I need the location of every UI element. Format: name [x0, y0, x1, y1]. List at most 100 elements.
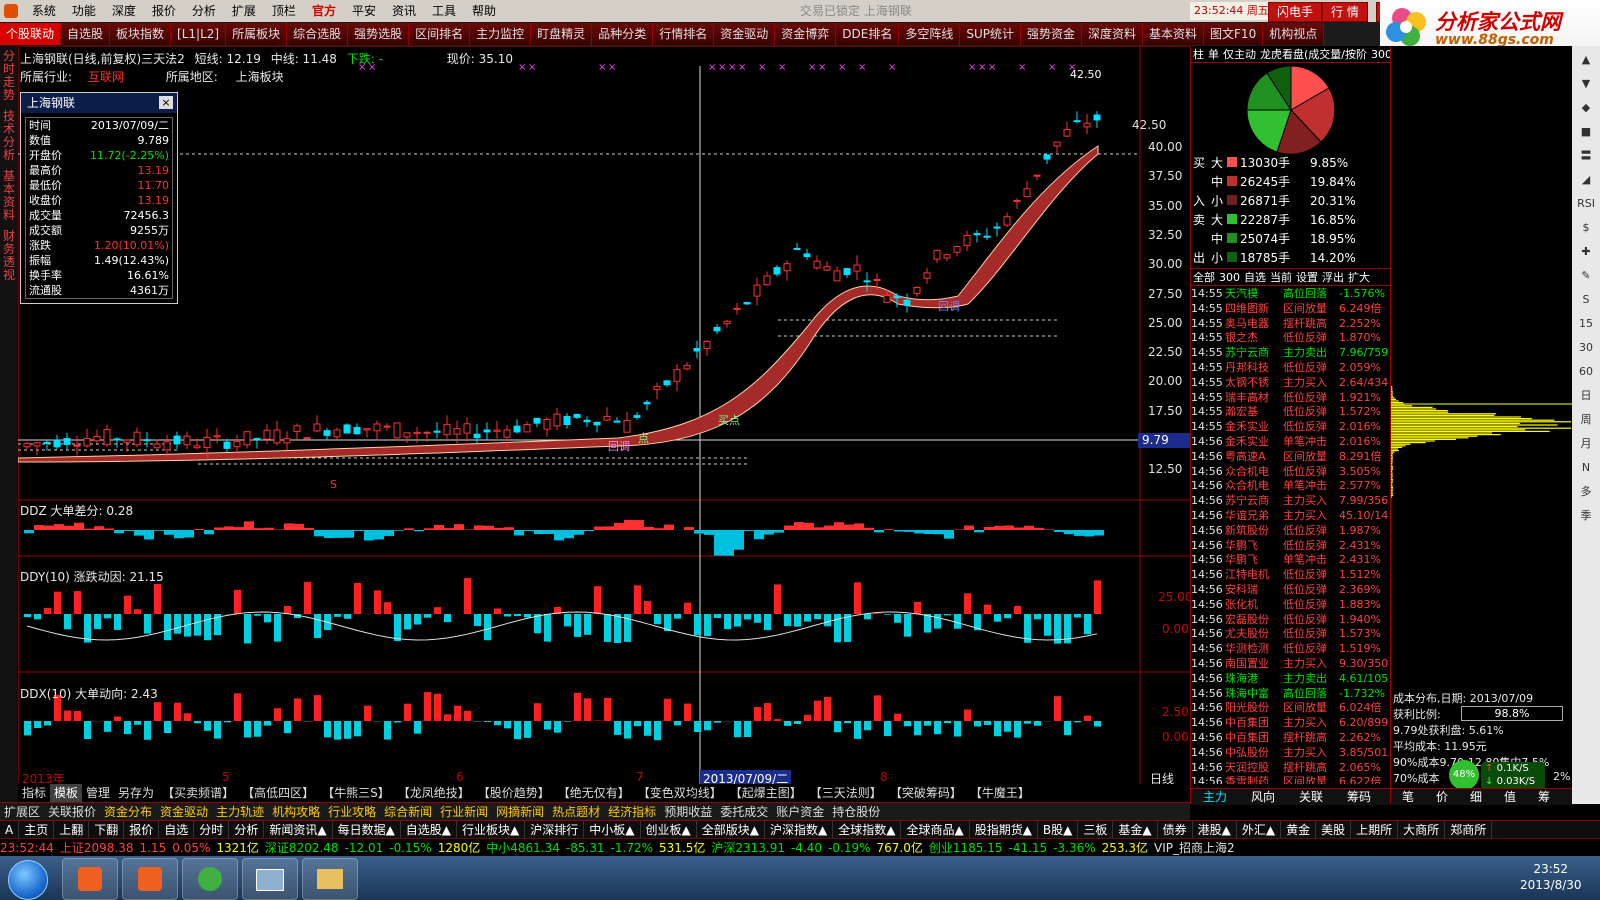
toolbar-button-10[interactable]: 品种分类 [592, 23, 654, 45]
nav-item-2[interactable]: 上翻 [54, 821, 90, 839]
tool-icon-1[interactable]: ▼ [1575, 74, 1597, 94]
taskbar-window-icon[interactable] [242, 858, 298, 900]
tool-icon-16[interactable]: 月 [1575, 434, 1597, 454]
ext-tab-4[interactable]: 主力轨迹 [212, 803, 268, 821]
nav-item-25[interactable]: 外汇▲ [1237, 821, 1282, 839]
alert-row[interactable]: 14:56 粤高速A 区间放量 8.291倍 [1191, 449, 1391, 464]
alert-row[interactable]: 14:55 四维图新 区间放量 6.249倍 [1191, 301, 1391, 316]
tool-icon-13[interactable]: 60 [1575, 362, 1597, 382]
toolbar-button-7[interactable]: 区间排名 [409, 23, 471, 45]
nav-item-11[interactable]: 行业板块▲ [457, 821, 526, 839]
alert-row[interactable]: 14:56 华鹏飞 单笔冲击 2.431% [1191, 552, 1391, 567]
toolbar-button-14[interactable]: DDE排名 [836, 23, 900, 45]
quote-button[interactable]: 行 情 [1322, 2, 1368, 22]
nav-item-1[interactable]: 主页 [19, 821, 55, 839]
nav-item-13[interactable]: 中小板▲ [584, 821, 641, 839]
toolbar-button-8[interactable]: 主力监控 [470, 23, 532, 45]
alert-row[interactable]: 14:56 尤夫股份 低位反弹 1.573% [1191, 626, 1391, 641]
menu-item-0[interactable]: 系统 [24, 0, 64, 22]
alert-row[interactable]: 14:56 珠海中富 高位回落 -1.732% [1191, 686, 1391, 701]
formula-tab-6[interactable]: 【牛熊三S】 [318, 784, 394, 802]
alert-row[interactable]: 14:56 南国置业 主力买入 9.30/350 [1191, 656, 1391, 671]
menu-item-10[interactable]: 工具 [424, 0, 464, 22]
alert-row[interactable]: 14:55 银之杰 低位反弹 1.870% [1191, 330, 1391, 345]
cost-bottom-tab-2[interactable]: 细 [1459, 789, 1493, 805]
nav-item-10[interactable]: 自选股▲ [401, 821, 458, 839]
menu-item-2[interactable]: 深度 [104, 0, 144, 22]
right-tab-0[interactable]: 柱 [1191, 47, 1206, 62]
menu-item-9[interactable]: 资讯 [384, 0, 424, 22]
alert-row[interactable]: 14:56 众合机电 单笔冲击 2.577% [1191, 478, 1391, 493]
right-bottom-tab-0[interactable]: 主力 [1191, 789, 1239, 805]
flash-trade-button[interactable]: 闪电手 [1268, 2, 1323, 22]
filter-tab-5[interactable]: 浮出 [1320, 270, 1346, 285]
ext-tab-6[interactable]: 行业攻略 [324, 803, 380, 821]
ext-tab-9[interactable]: 网摘新闻 [492, 803, 548, 821]
alert-row[interactable]: 14:56 新筑股份 低位反弹 1.987% [1191, 523, 1391, 538]
menu-item-11[interactable]: 帮助 [464, 0, 504, 22]
toolbar-button-3[interactable]: [L1|L2] [171, 23, 227, 45]
alert-row[interactable]: 14:56 华测检测 低位反弹 1.519% [1191, 641, 1391, 656]
alert-row[interactable]: 14:56 华谊兄弟 主力买入 45.10/14 [1191, 508, 1391, 523]
alert-row[interactable]: 14:55 奥马电器 摆杆跳高 2.252% [1191, 316, 1391, 331]
alert-row[interactable]: 14:55 瀚宏基 低位反弹 1.572% [1191, 404, 1391, 419]
formula-tab-3[interactable]: 另存为 [114, 784, 158, 802]
ext-tab-2[interactable]: 资金分布 [100, 803, 156, 821]
formula-tab-4[interactable]: 【买卖频谱】 [158, 784, 238, 802]
data-window[interactable]: 上海钢联 × 时间 2013/07/09/二 数值 9.789 开盘价 11.72(-2.… [20, 92, 178, 304]
ext-tab-13[interactable]: 委托成交 [716, 803, 772, 821]
nav-item-29[interactable]: 大商所 [1398, 821, 1446, 839]
ext-tab-0[interactable]: 扩展区 [0, 803, 44, 821]
alert-row[interactable]: 14:56 安科瑞 低位反弹 2.369% [1191, 582, 1391, 597]
tool-icon-4[interactable]: 〓 [1575, 146, 1597, 166]
right-tab-2[interactable]: 仅主动 [1221, 47, 1258, 62]
toolbar-button-4[interactable]: 所属板块 [226, 23, 288, 45]
alert-row[interactable]: 14:56 天润控股 摆杆跳高 2.065% [1191, 760, 1391, 775]
tool-icon-18[interactable]: 多 [1575, 482, 1597, 502]
alert-row[interactable]: 14:56 张化机 低位反弹 1.883% [1191, 597, 1391, 612]
alert-row[interactable]: 14:55 天汽模 高位回落 -1.576% [1191, 286, 1391, 301]
formula-tab-11[interactable]: 【起爆主图】 [726, 784, 806, 802]
alert-row[interactable]: 14:56 宏磊股份 低位反弹 1.940% [1191, 612, 1391, 627]
tool-icon-19[interactable]: 季 [1575, 506, 1597, 526]
menu-item-6[interactable]: 顶栏 [264, 0, 304, 22]
left-tab-1[interactable]: 技术分析 [1, 110, 17, 162]
ext-tab-11[interactable]: 经济指标 [604, 803, 660, 821]
right-tab-4[interactable]: 300226 [1369, 47, 1391, 62]
tool-icon-7[interactable]: $ [1575, 218, 1597, 238]
tool-icon-17[interactable]: N [1575, 458, 1597, 478]
start-button-icon[interactable] [8, 860, 48, 900]
alert-row[interactable]: 14:55 瑞丰高材 低位反弹 1.921% [1191, 390, 1391, 405]
toolbar-button-5[interactable]: 综合选股 [287, 23, 349, 45]
toolbar-button-18[interactable]: 深度资料 [1082, 23, 1144, 45]
nav-item-14[interactable]: 创业板▲ [641, 821, 697, 839]
toolbar-button-21[interactable]: 机构视点 [1263, 23, 1325, 45]
formula-tab-0[interactable]: 指标 [18, 784, 50, 802]
menu-item-8[interactable]: 平安 [344, 0, 384, 22]
filter-tab-0[interactable]: 全部 [1191, 270, 1217, 285]
nav-item-6[interactable]: 分时 [194, 821, 230, 839]
taskbar-browser-icon[interactable] [182, 858, 238, 900]
alert-row[interactable]: 14:56 金禾实业 单笔冲击 2.016% [1191, 434, 1391, 449]
alert-row[interactable]: 14:56 香雪制药 区间放量 6.622倍 [1191, 774, 1391, 784]
ext-tab-7[interactable]: 综合新闻 [380, 803, 436, 821]
filter-tab-2[interactable]: 自选 [1242, 270, 1268, 285]
alert-row[interactable]: 14:56 中百集团 主力买入 6.20/899 [1191, 715, 1391, 730]
ext-tab-10[interactable]: 热点题材 [548, 803, 604, 821]
nav-item-3[interactable]: 下翻 [89, 821, 125, 839]
ext-tab-1[interactable]: 关联报价 [44, 803, 100, 821]
right-bottom-tab-2[interactable]: 关联 [1287, 789, 1335, 805]
nav-item-21[interactable]: 三板 [1078, 821, 1114, 839]
ext-tab-12[interactable]: 预期收益 [660, 803, 716, 821]
tool-icon-15[interactable]: 周 [1575, 410, 1597, 430]
formula-tab-13[interactable]: 【突破筹码】 [886, 784, 966, 802]
taskbar-app-2-icon[interactable] [122, 858, 178, 900]
ext-tab-5[interactable]: 机构攻略 [268, 803, 324, 821]
tool-icon-9[interactable]: ✎ [1575, 266, 1597, 286]
alert-row[interactable]: 14:55 金禾实业 低位反弹 2.016% [1191, 419, 1391, 434]
formula-tab-10[interactable]: 【变色双均线】 [634, 784, 726, 802]
nav-item-30[interactable]: 郑商所 [1445, 821, 1493, 839]
alert-row[interactable]: 14:55 丹邦科技 低位反弹 2.059% [1191, 360, 1391, 375]
alert-row[interactable]: 14:56 中百集团 摆杆跳高 2.262% [1191, 730, 1391, 745]
nav-item-28[interactable]: 上期所 [1351, 821, 1399, 839]
